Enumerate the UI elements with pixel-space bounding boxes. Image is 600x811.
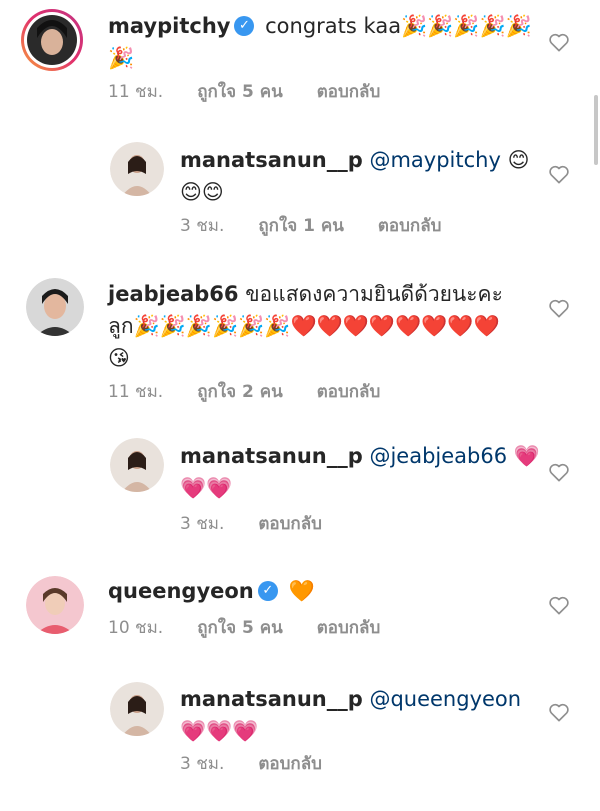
username[interactable]: manatsanun__p [180, 444, 363, 468]
reply-body: manatsanun__p @jeabjeab66 💗💗💗 [180, 440, 540, 504]
likes-count[interactable]: ถูกใจ 5 คน [197, 82, 283, 102]
reply-button[interactable]: ตอบกลับ [317, 618, 381, 638]
reply-body: manatsanun__p @queengyeon 💗💗💗 [180, 683, 540, 747]
username[interactable]: manatsanun__p [180, 148, 363, 172]
reply-button[interactable]: ตอบกลับ [317, 382, 381, 402]
username[interactable]: maypitchy [108, 14, 230, 38]
heart-outline-icon[interactable] [548, 595, 570, 615]
comment-emoji: 🧡 [288, 579, 315, 603]
avatar[interactable] [26, 576, 84, 634]
comment-meta: 3 ชม. ถูกใจ 1 คน ตอบกลับ [180, 212, 475, 239]
likes-count[interactable]: ถูกใจ 5 คน [197, 618, 283, 638]
reply-button[interactable]: ตอบกลับ [258, 514, 322, 534]
username[interactable]: manatsanun__p [180, 687, 363, 711]
comment-emoji: 🎉🎉🎉🎉🎉🎉❤️❤️❤️❤️❤️❤️❤️❤️😘 [108, 314, 500, 370]
comment-meta: 3 ชม. ตอบกลับ [180, 510, 356, 537]
comment-time: 11 ชม. [108, 382, 164, 402]
likes-count[interactable]: ถูกใจ 2 คน [197, 382, 283, 402]
mention-link[interactable]: @maypitchy [369, 148, 500, 172]
verified-badge-icon: ✓ [234, 15, 255, 36]
avatar[interactable] [110, 142, 164, 196]
comment-meta: 11 ชม. ถูกใจ 5 คน ตอบกลับ [108, 78, 414, 105]
avatar[interactable] [110, 682, 164, 736]
comment-emoji: 💗💗💗 [180, 719, 259, 743]
comment-time: 3 ชม. [180, 216, 225, 236]
avatar[interactable] [20, 8, 84, 72]
comment-time: 3 ชม. [180, 754, 225, 774]
comment-meta: 10 ชม. ถูกใจ 5 คน ตอบกลับ [108, 614, 414, 641]
heart-outline-icon[interactable] [548, 462, 570, 482]
comment-text: congrats kaa [265, 14, 402, 38]
avatar[interactable] [26, 278, 84, 336]
comment-time: 10 ชม. [108, 618, 164, 638]
scrollbar[interactable] [594, 95, 598, 165]
reply-button[interactable]: ตอบกลับ [317, 82, 381, 102]
comment-body: jeabjeab66 ขอแสดงความยินดีด้วยนะคะ ลูก🎉🎉… [108, 278, 518, 374]
verified-badge-icon: ✓ [257, 580, 278, 601]
comment-meta: 11 ชม. ถูกใจ 2 คน ตอบกลับ [108, 378, 414, 405]
reply-button[interactable]: ตอบกลับ [258, 754, 322, 774]
comment-time: 11 ชม. [108, 82, 164, 102]
comment-time: 3 ชม. [180, 514, 225, 534]
reply-body: manatsanun__p @maypitchy 😊😊😊 [180, 144, 540, 208]
avatar[interactable] [110, 438, 164, 492]
heart-outline-icon[interactable] [548, 164, 570, 184]
heart-outline-icon[interactable] [548, 298, 570, 318]
username[interactable]: queengyeon [108, 579, 254, 603]
heart-outline-icon[interactable] [548, 702, 570, 722]
comment-body: queengyeon ✓ 🧡 [108, 575, 540, 607]
comment-body: maypitchy ✓ congrats kaa🎉🎉🎉🎉🎉🎉 [108, 10, 540, 74]
username[interactable]: jeabjeab66 [108, 282, 239, 306]
likes-count[interactable]: ถูกใจ 1 คน [258, 216, 344, 236]
heart-outline-icon[interactable] [548, 32, 570, 52]
comment-meta: 3 ชม. ตอบกลับ [180, 750, 356, 777]
reply-button[interactable]: ตอบกลับ [378, 216, 442, 236]
mention-link[interactable]: @jeabjeab66 [369, 444, 507, 468]
mention-link[interactable]: @queengyeon [369, 687, 521, 711]
